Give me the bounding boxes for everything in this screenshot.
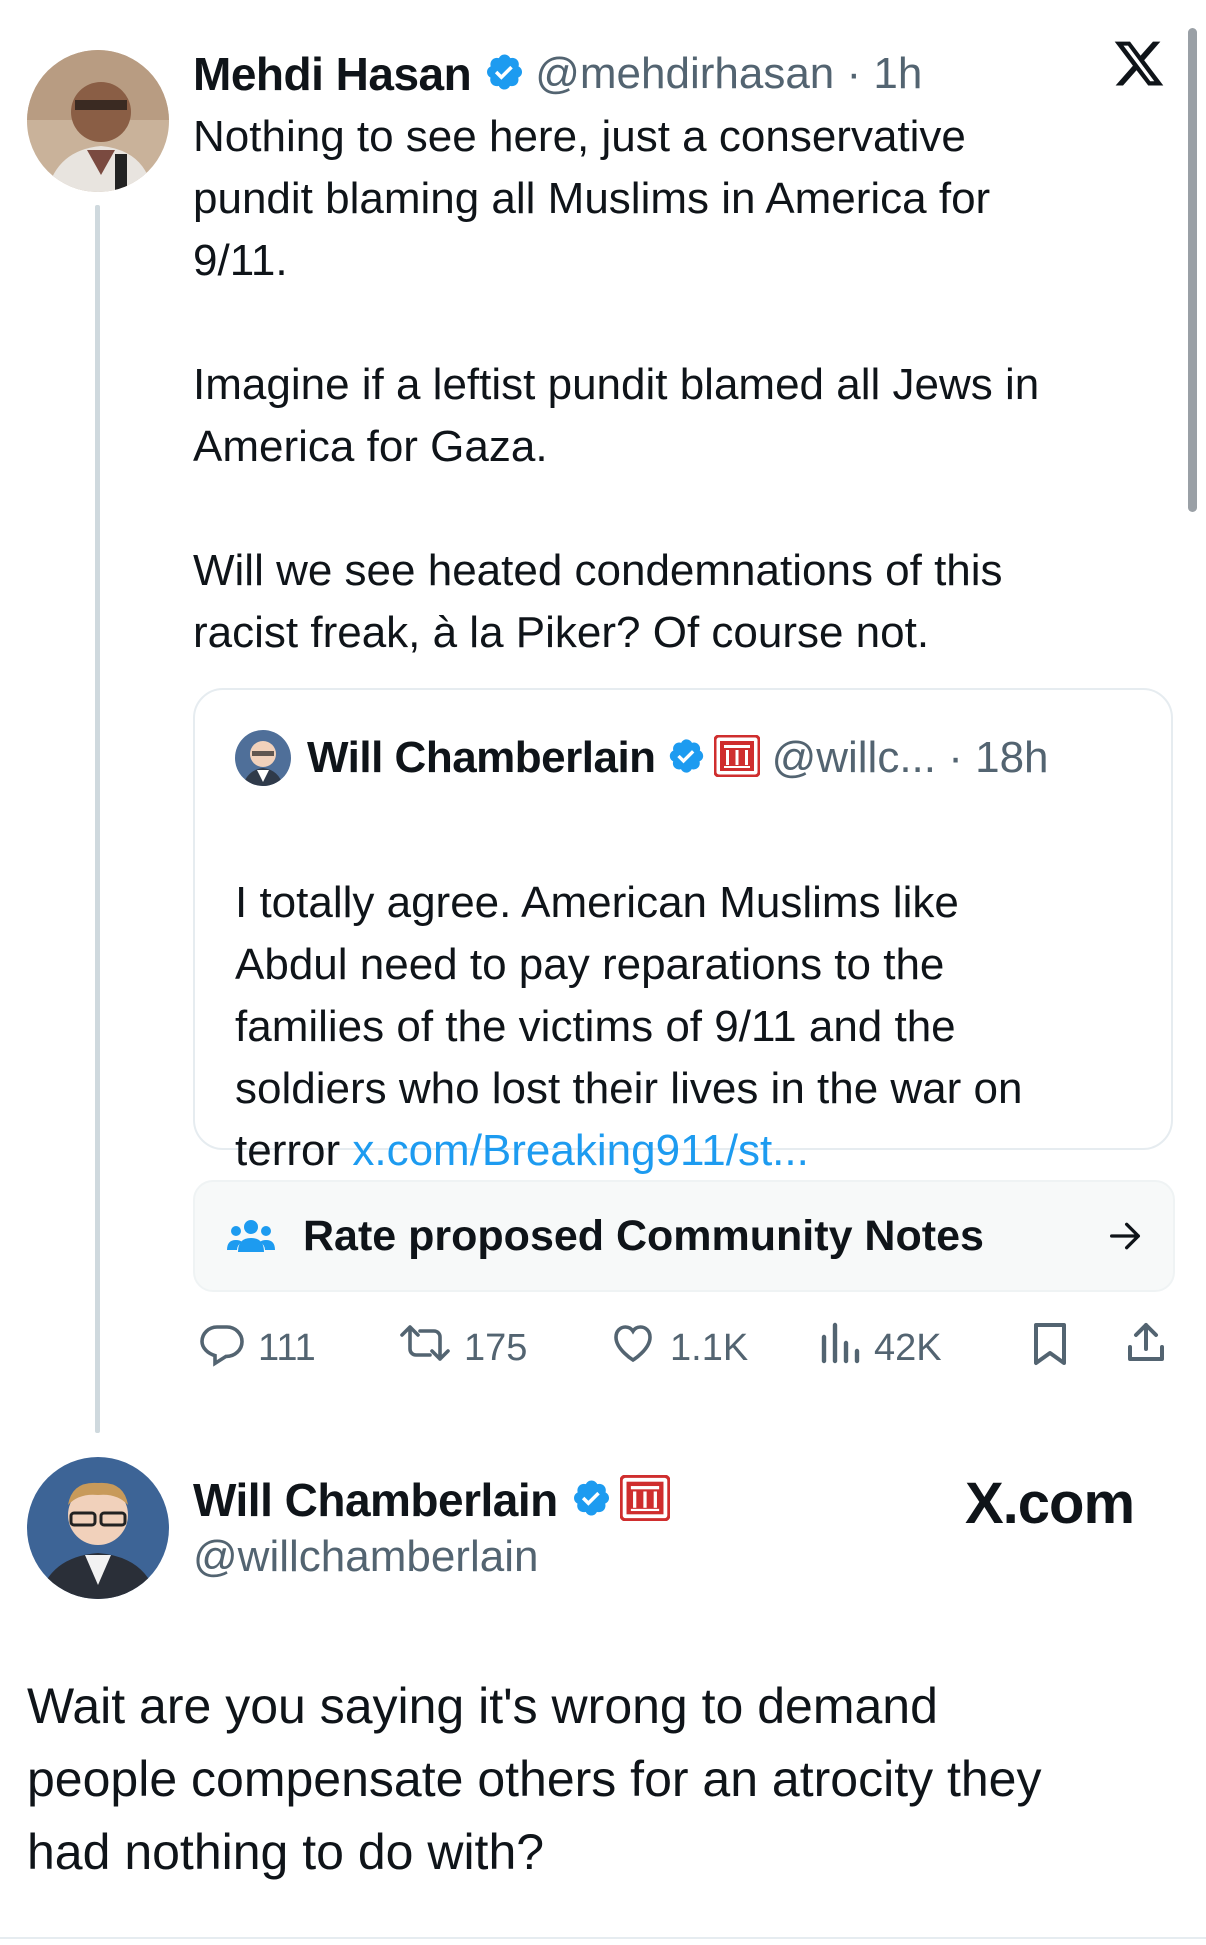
watermark: X.com: [965, 1471, 1135, 1536]
verified-badge-icon: [570, 1477, 612, 1524]
author-name[interactable]: Mehdi Hasan: [193, 47, 472, 101]
thread-connector-line: [95, 205, 100, 1433]
bookmark-button[interactable]: [1028, 1318, 1072, 1378]
reply-button[interactable]: 111: [198, 1318, 316, 1378]
avatar-will-chamberlain[interactable]: [27, 1457, 169, 1599]
reply-text: Wait are you saying it's wrong to demand…: [27, 1678, 1042, 1880]
share-icon: [1122, 1319, 1170, 1377]
community-notes-label: Rate proposed Community Notes: [303, 1212, 984, 1260]
affiliate-badge-icon: [619, 1474, 671, 1526]
repost-count: 175: [464, 1326, 528, 1369]
bookmark-icon: [1028, 1319, 1072, 1377]
quote-author-name: Will Chamberlain: [307, 733, 656, 782]
share-button[interactable]: [1122, 1318, 1170, 1378]
like-count: 1.1K: [670, 1326, 749, 1369]
reply-handle[interactable]: @willchamberlain: [193, 1532, 538, 1582]
author-handle-time[interactable]: @mehdirhasan · 1h: [535, 49, 922, 99]
reply-count: 111: [258, 1326, 316, 1369]
repost-button[interactable]: 175: [398, 1318, 527, 1378]
community-notes-banner[interactable]: Rate proposed Community Notes: [193, 1180, 1175, 1292]
affiliate-badge-icon: [713, 734, 761, 782]
avatar-mehdi-hasan[interactable]: [27, 50, 169, 192]
reply-header: Will Chamberlain: [193, 1470, 671, 1530]
repost-icon: [398, 1319, 452, 1377]
verified-badge-icon: [483, 51, 525, 98]
arrow-right-icon: [1105, 1216, 1145, 1261]
divider: [0, 1937, 1206, 1939]
tweet-text: Nothing to see here, just a conservative…: [193, 112, 1040, 657]
quote-avatar: [235, 730, 291, 786]
scrollbar[interactable]: [1188, 28, 1197, 512]
views-count: 42K: [874, 1326, 942, 1369]
quote-text: I totally agree. American Muslims like A…: [235, 810, 1155, 1182]
views-button[interactable]: 42K: [818, 1318, 942, 1378]
quote-header: Will Chamberlain @willc... · 18h: [307, 728, 1049, 788]
reply-author-name[interactable]: Will Chamberlain: [193, 1473, 558, 1527]
quote-link[interactable]: x.com/Breaking911/st...: [352, 1126, 809, 1175]
verified-badge-icon: [666, 736, 706, 781]
x-logo-icon: [1112, 36, 1166, 90]
reply-icon: [198, 1319, 246, 1377]
like-button[interactable]: 1.1K: [608, 1318, 748, 1378]
quote-handle-time: @willc... · 18h: [771, 733, 1049, 782]
quoted-tweet-card[interactable]: Will Chamberlain @willc... · 18h I total…: [193, 688, 1173, 1175]
views-chart-icon: [818, 1319, 862, 1377]
tweet-header: Mehdi Hasan @mehdirhasan · 1h: [193, 44, 922, 104]
heart-icon: [608, 1319, 658, 1377]
people-icon: [227, 1216, 275, 1261]
